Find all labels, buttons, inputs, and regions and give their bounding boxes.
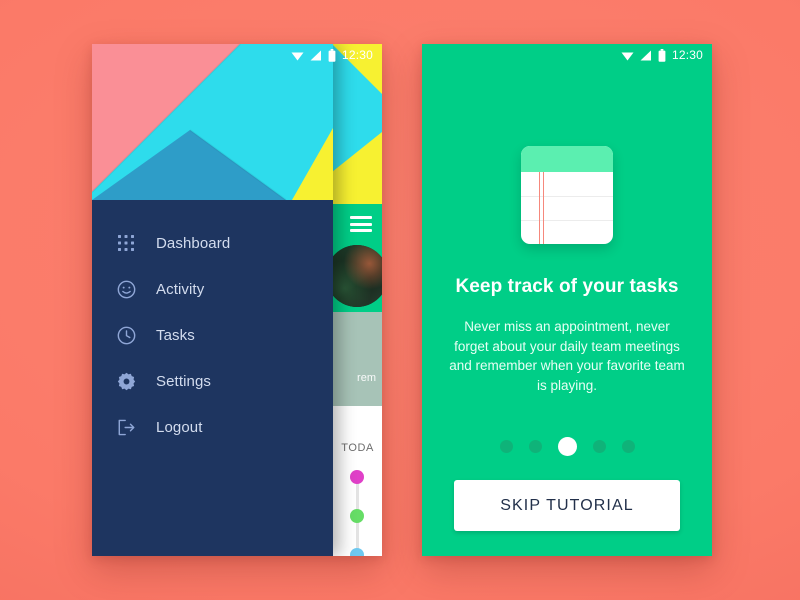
pagination-dot[interactable] (621, 440, 635, 453)
sidebar-item-label: Logout (156, 418, 203, 436)
phone-left-navigation-drawer: rem TODA Dashboard Activity Tasks Settin… (92, 44, 382, 556)
status-bar-clock: 12:30 (671, 48, 703, 62)
tutorial-screen: Keep track of your tasks Never miss an a… (422, 44, 712, 556)
timeline-dot[interactable] (350, 509, 364, 523)
navigation-drawer: Dashboard Activity Tasks Settings Logout (92, 44, 333, 556)
pagination-dot[interactable] (528, 440, 542, 453)
gear-icon (116, 371, 136, 391)
sidebar-item-label: Tasks (156, 326, 195, 344)
timeline-dot[interactable] (350, 470, 364, 484)
phone-right-tutorial: Keep track of your tasks Never miss an a… (422, 44, 712, 556)
timeline-dot[interactable] (350, 548, 364, 556)
wifi-icon (291, 50, 304, 61)
signal-icon (640, 50, 652, 61)
pagination-dot-active[interactable] (557, 437, 577, 456)
status-bar-clock: 12:30 (341, 48, 373, 62)
sidebar-item-tasks[interactable]: Tasks (92, 312, 333, 358)
notepad-icon (521, 146, 613, 244)
sidebar-item-label: Activity (156, 280, 205, 298)
pagination-dot[interactable] (592, 440, 606, 453)
reminder-band-label: rem (357, 372, 376, 384)
smiley-icon (116, 279, 136, 299)
logout-icon (116, 417, 136, 437)
wifi-icon (621, 50, 634, 61)
status-bar: 12:30 (422, 44, 712, 66)
drawer-geometric-shapes (92, 44, 333, 200)
avatar[interactable] (326, 245, 382, 307)
pagination-dots (422, 437, 712, 456)
status-bar: 12:30 (92, 44, 382, 66)
sidebar-item-settings[interactable]: Settings (92, 358, 333, 404)
notepad-rule (521, 220, 613, 221)
battery-icon (328, 48, 336, 62)
hamburger-icon[interactable] (350, 216, 372, 232)
battery-icon (658, 48, 666, 62)
sidebar-item-label: Settings (156, 372, 211, 390)
tutorial-body-text: Never miss an appointment, never forget … (449, 319, 685, 393)
pagination-dot[interactable] (499, 440, 513, 453)
skip-tutorial-button[interactable]: SKIP TUTORIAL (454, 480, 680, 531)
notepad-margin-line (539, 172, 540, 244)
avatar-photo (326, 245, 382, 307)
notepad-header (521, 146, 613, 172)
drawer-menu: Dashboard Activity Tasks Settings Logout (92, 200, 333, 450)
page-title: Keep track of your tasks (455, 276, 679, 297)
sidebar-item-label: Dashboard (156, 234, 231, 252)
clock-icon (116, 325, 136, 345)
task-timeline (350, 470, 364, 556)
sidebar-item-activity[interactable]: Activity (92, 266, 333, 312)
today-label: TODA (341, 442, 374, 454)
sidebar-item-logout[interactable]: Logout (92, 404, 333, 450)
signal-icon (310, 50, 322, 61)
notepad-margin-line (543, 172, 544, 244)
notepad-rule (521, 196, 613, 197)
drawer-header-image (92, 44, 333, 200)
sidebar-item-dashboard[interactable]: Dashboard (92, 220, 333, 266)
grid-icon (116, 233, 136, 253)
